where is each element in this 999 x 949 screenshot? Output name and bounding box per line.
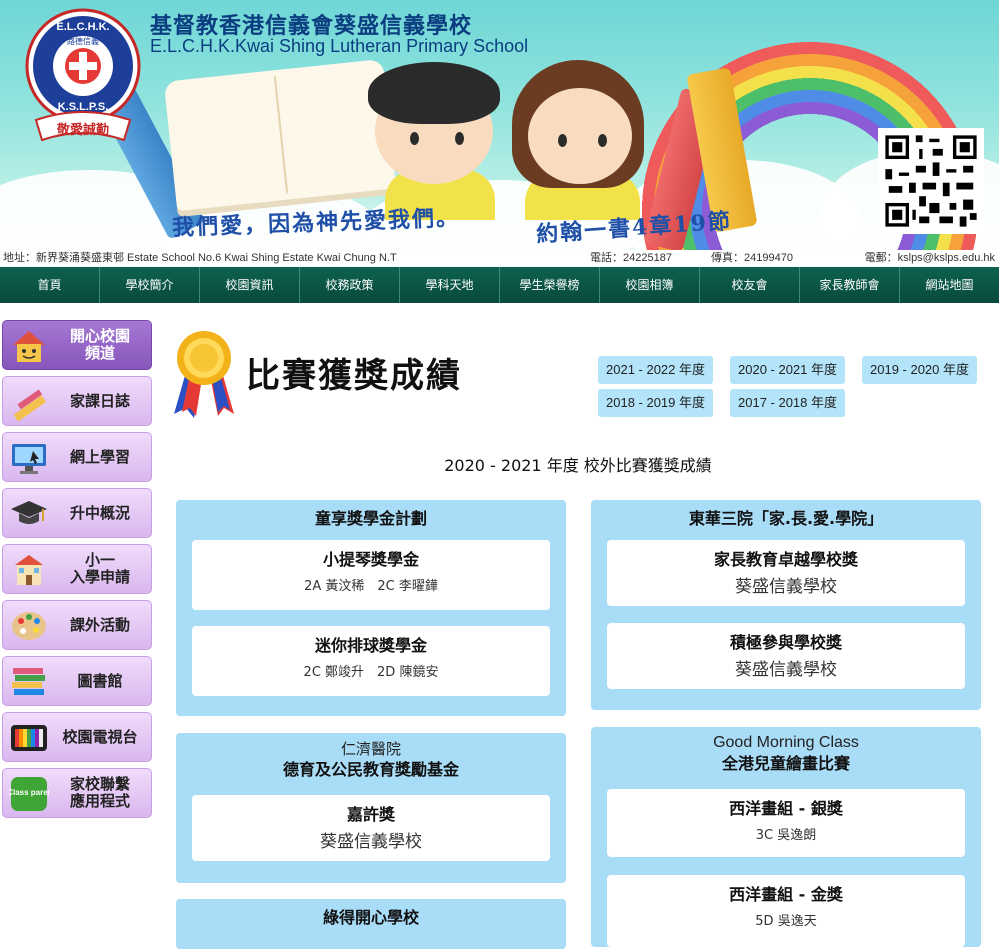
palette-icon [12,612,46,640]
year-button-2021-2022[interactable]: 2021 - 2022 年度 [598,356,714,384]
svg-text:eClass parent: eClass parent [9,788,49,797]
contact-info-bar: 地址：新界葵涌葵盛東邨 Estate School No.6 Kwai Shin… [0,250,999,267]
award-name: 西洋畫組 - 金獎 [729,885,843,904]
header-banner: E.L.C.H.K. K.S.L.P.S. 路德信義 敬愛誠勤 基督教香港信義會… [0,0,999,250]
school-building-icon [15,555,43,585]
email-text: 電郵：kslps@kslps.edu.hk [864,252,995,264]
sidebar-item-label: 升中概況 [69,503,130,522]
section-title: 2020 - 2021 年度 校外比賽獲獎成績 [444,456,712,475]
book-decoration [163,58,397,212]
books-icon [12,668,45,695]
page-title: 比賽獲獎成績 [246,356,462,396]
panel-title: 綠得開心學校 [322,908,419,927]
main-nav: 首頁 學校簡介 校園資訊 校務政策 學科天地 學生榮譽榜 校園相簿 校友會 家長… [0,267,999,303]
sidebar-item-parent-app[interactable]: eClass parent 家校聯繫 應用程式 [2,768,152,818]
sidebar-item-label: 圖書館 [77,671,123,690]
panel-subtitle: Good Morning Class [713,734,859,751]
award-card: 家長教育卓越學校獎 葵盛信義學校 [607,540,965,606]
panel-title: 德育及公民教育獎勵基金 [282,760,459,779]
award-name: 積極參與學校獎 [729,633,842,652]
year-button-2018-2019[interactable]: 2018 - 2019 年度 [598,389,714,417]
sidebar-item-campus-tv[interactable]: 校園電視台 [2,712,152,762]
panel-subtitle: 仁濟醫院 [340,740,401,758]
monitor-icon [12,444,46,474]
award-card: 西洋畫組 - 銀獎 3C 吳逸朗 [607,789,965,857]
nav-item-pta[interactable]: 家長教師會 [800,267,900,303]
sidebar-item-label: 家校聯繫 應用程式 [69,775,130,810]
sidebar-item-online-learning[interactable]: 網上學習 [2,432,152,482]
sidebar: 開心校園 頻道 家課日誌 網上學習 升中概況 小一 入學申請 課外活動 圖書館 … [2,320,154,824]
nav-item-about[interactable]: 學校簡介 [100,267,200,303]
fax-text: 傳真：24199470 [711,252,793,264]
phone-text: 電話：24225187 [590,252,672,264]
year-button-2020-2021[interactable]: 2020 - 2021 年度 [730,356,846,384]
award-winners: 葵盛信義學校 [735,577,837,597]
sidebar-item-label: 課外活動 [69,615,130,634]
address-text: 地址：新界葵涌葵盛東邨 Estate School No.6 Kwai Shin… [3,252,397,264]
sidebar-item-homework[interactable]: 家課日誌 [2,376,152,426]
sidebar-item-label: 開心校園 頻道 [69,327,130,362]
nav-item-album[interactable]: 校園相簿 [600,267,700,303]
sidebar-item-label: 校園電視台 [62,727,138,746]
award-name: 小提琴獎學金 [322,550,419,569]
medal-icon [174,331,234,418]
nav-item-alumni[interactable]: 校友會 [700,267,800,303]
nav-item-subjects[interactable]: 學科天地 [400,267,500,303]
pencil-ruler-icon [13,389,47,421]
award-card: 小提琴獎學金 2A 黃汶稀 2C 李曜鏵 [192,540,550,610]
svg-text:敬愛誠勤: 敬愛誠勤 [56,122,109,138]
nav-item-school-policy[interactable]: 校務政策 [300,267,400,303]
award-name: 西洋畫組 - 銀獎 [729,799,843,818]
svg-text:路德信義: 路德信義 [67,36,99,46]
sidebar-item-label: 網上學習 [69,447,130,466]
panel-title: 童享獎學金計劃 [314,509,427,528]
award-card: 積極參與學校獎 葵盛信義學校 [607,623,965,689]
award-panel: 綠得開心學校 [176,899,566,949]
sidebar-item-extracurricular[interactable]: 課外活動 [2,600,152,650]
tv-icon [11,725,47,751]
year-button-2019-2020[interactable]: 2019 - 2020 年度 [862,356,978,384]
award-winners: 2C 鄭竣升 2D 陳鏡安 [303,665,439,680]
nav-item-sitemap[interactable]: 網站地圖 [900,267,999,303]
award-winners: 葵盛信義學校 [735,660,837,680]
award-name: 嘉許獎 [346,805,395,824]
panel-title: 全港兒童繪畫比賽 [721,754,850,773]
award-card: 西洋畫組 - 金獎 5D 吳逸天 [607,875,965,947]
nav-item-student-honours[interactable]: 學生榮譽榜 [500,267,600,303]
award-winners: 5D 吳逸天 [755,914,817,929]
eclass-app-icon: eClass parent [9,777,49,811]
award-card: 嘉許獎 葵盛信義學校 [192,795,550,861]
year-button-2017-2018[interactable]: 2017 - 2018 年度 [730,389,846,417]
award-winners: 2A 黃汶稀 2C 李曜鏵 [304,579,438,594]
award-panel: 仁濟醫院 德育及公民教育獎勵基金 嘉許獎 葵盛信義學校 [176,733,566,883]
award-card: 迷你排球獎學金 2C 鄭竣升 2D 陳鏡安 [192,626,550,696]
award-name: 家長教育卓越學校獎 [713,550,858,569]
award-winners: 葵盛信義學校 [320,832,422,852]
sidebar-item-label: 小一 入學申請 [69,551,130,586]
house-icon [13,331,45,362]
award-panel: 東華三院「家.長.愛.學院」 家長教育卓越學校獎 葵盛信義學校 積極參與學校獎 … [591,500,981,710]
sidebar-item-secondary-school[interactable]: 升中概況 [2,488,152,538]
award-panel: Good Morning Class 全港兒童繪畫比賽 西洋畫組 - 銀獎 3C… [591,727,981,947]
school-logo: E.L.C.H.K. K.S.L.P.S. 路德信義 敬愛誠勤 [25,8,141,142]
graduation-cap-icon [11,501,47,524]
award-winners: 3C 吳逸朗 [755,828,817,843]
school-name-en: E.L.C.H.K.Kwai Shing Lutheran Primary Sc… [150,36,529,56]
award-name: 迷你排球獎學金 [314,636,427,655]
sidebar-item-label: 家課日誌 [69,391,130,410]
sidebar-item-p1-admission[interactable]: 小一 入學申請 [2,544,152,594]
svg-text:E.L.C.H.K.: E.L.C.H.K. [56,21,109,33]
sidebar-item-happy-campus[interactable]: 開心校園 頻道 [2,320,152,370]
qr-code-icon[interactable] [878,128,984,234]
panel-title: 東華三院「家.長.愛.學院」 [688,509,884,528]
nav-item-home[interactable]: 首頁 [0,267,100,303]
nav-item-campus-info[interactable]: 校園資訊 [200,267,300,303]
sidebar-item-library[interactable]: 圖書館 [2,656,152,706]
award-panel: 童享獎學金計劃 小提琴獎學金 2A 黃汶稀 2C 李曜鏵 迷你排球獎學金 2C … [176,500,566,716]
